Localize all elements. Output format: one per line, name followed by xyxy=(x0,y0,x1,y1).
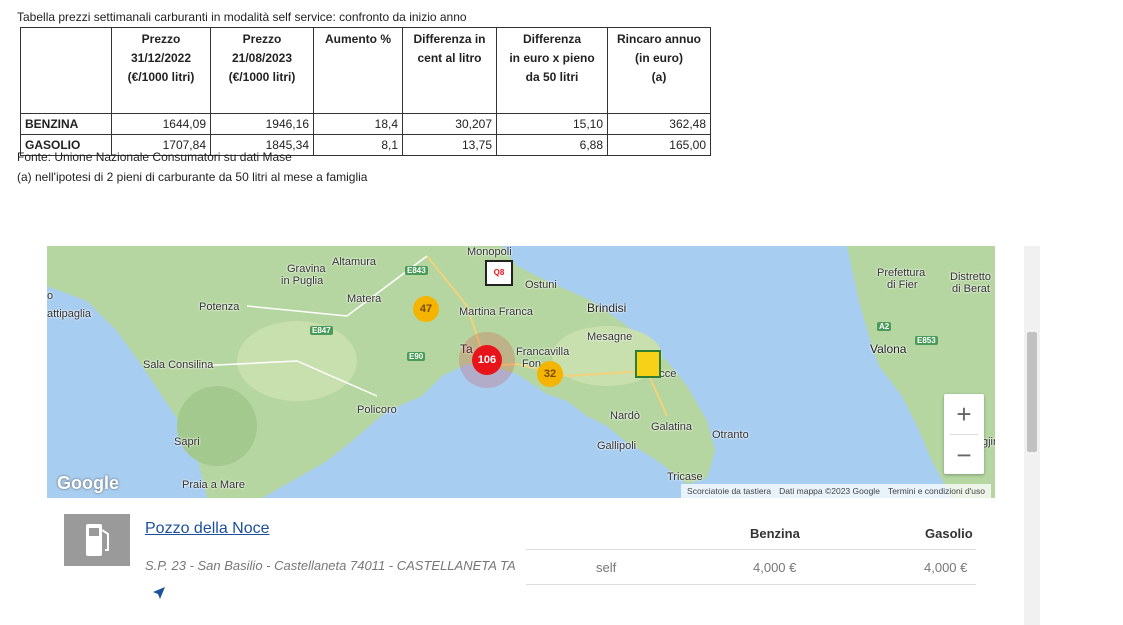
road-sign-e90: E90 xyxy=(407,352,426,361)
fuel-pump-icon xyxy=(64,514,130,566)
fuel-price-table: Prezzo 31/12/2022 (€/1000 litri) Prezzo 21/… xyxy=(20,27,711,156)
map-label-matera: Matera xyxy=(347,293,382,305)
map-terrain xyxy=(47,246,995,498)
table-header-row: Prezzo 31/12/2022 (€/1000 litri) Prezzo 21/… xyxy=(20,27,711,114)
column-header-gasolio: Gasolio xyxy=(925,526,973,541)
zoom-out-button[interactable]: − xyxy=(944,435,984,475)
table-cell: 6,88 xyxy=(496,134,608,156)
map-label-distretto: Distretto xyxy=(950,271,991,283)
map-label-francavilla: Francavilla xyxy=(516,346,570,358)
header-increase-pct: Aumento % xyxy=(313,27,403,114)
map-label-monopoli: Monopoli xyxy=(467,246,512,258)
map-cluster-marker[interactable]: 32 xyxy=(537,361,563,387)
map-cluster-marker[interactable]: 47 xyxy=(413,296,439,322)
table-cell: 30,207 xyxy=(402,113,497,135)
scrollbar-thumb[interactable] xyxy=(1027,332,1037,452)
table-footnote: (a) nell'ipotesi di 2 pieni di carburant… xyxy=(17,170,368,184)
map-label-martina-franca: Martina Franca xyxy=(459,306,533,318)
row-label-benzina: BENZINA xyxy=(20,113,112,135)
column-header-benzina: Benzina xyxy=(750,526,800,541)
navigate-arrow-icon[interactable] xyxy=(152,586,166,605)
map-attribution: Scorciatoie da tastiera Dati mappa ©2023 … xyxy=(681,484,991,498)
map-label-sapri: Sapri xyxy=(174,436,200,448)
table-cell: 1946,16 xyxy=(210,113,314,135)
map-label-nardo: Nardò xyxy=(610,410,640,422)
scrollbar[interactable] xyxy=(1024,246,1040,625)
map-label-gravina: Gravina xyxy=(287,263,326,275)
map-data-credit: Dati mappa ©2023 Google xyxy=(779,486,880,496)
header-price-2022: Prezzo 31/12/2022 (€/1000 litri) xyxy=(111,27,211,114)
service-mode: self xyxy=(596,560,617,575)
table-cell: 362,48 xyxy=(607,113,711,135)
map-label-ostuni: Ostuni xyxy=(525,279,557,291)
table-cell: 13,75 xyxy=(402,134,497,156)
price-gasolio: 4,000 € xyxy=(924,560,968,575)
map-view[interactable]: Monopoli Altamura Gravina in Puglia Mate… xyxy=(47,246,995,498)
table-cell: 15,10 xyxy=(496,113,608,135)
zoom-control: + − xyxy=(944,394,984,474)
station-address: S.P. 23 - San Basilio - Castellaneta 740… xyxy=(145,558,516,573)
header-empty xyxy=(20,27,112,114)
table-caption: Tabella prezzi settimanali carburanti in… xyxy=(17,10,467,24)
header-diff-cent: Differenza in cent al litro xyxy=(402,27,497,114)
map-label-battipaglia: attipaglia xyxy=(47,308,92,320)
zoom-in-button[interactable]: + xyxy=(944,394,984,434)
map-label-gallipoli: Gallipoli xyxy=(597,440,637,452)
price-benzina: 4,000 € xyxy=(753,560,797,575)
divider xyxy=(526,549,976,550)
map-label-otranto: Otranto xyxy=(712,429,749,441)
station-marker-icon[interactable]: Q8 xyxy=(485,260,513,286)
table-cell: 18,4 xyxy=(313,113,403,135)
road-sign-e853: E853 xyxy=(915,336,938,345)
map-label-altamura: Altamura xyxy=(332,256,377,268)
table-source: Fonte: Unione Nazionale Consumatori su d… xyxy=(17,150,292,164)
map-label-policoro: Policoro xyxy=(357,404,397,416)
header-annual-increase: Rincaro annuo (in euro) (a) xyxy=(607,27,711,114)
map-label-mesagne: Mesagne xyxy=(587,331,633,343)
table-row: BENZINA 1644,09 1946,16 18,4 30,207 15,1… xyxy=(20,113,711,135)
station-marker-icon[interactable] xyxy=(635,350,661,378)
map-label-prefettura: Prefettura xyxy=(877,267,926,279)
map-label-di-berat: di Berat xyxy=(952,283,990,295)
map-label-galatina: Galatina xyxy=(651,421,692,433)
station-name-link[interactable]: Pozzo della Noce xyxy=(145,520,270,538)
map-label-edge-o: o xyxy=(47,290,54,302)
table-cell: 1644,09 xyxy=(111,113,211,135)
header-diff-euro: Differenza in euro x pieno da 50 litri xyxy=(496,27,608,114)
map-label-potenza: Potenza xyxy=(199,301,240,313)
map-label-valona: Valona xyxy=(870,342,907,356)
map-cluster-marker[interactable]: 106 xyxy=(472,345,502,375)
map-label-in-puglia: in Puglia xyxy=(281,275,324,287)
map-label-di-fier: di Fier xyxy=(887,279,918,291)
divider xyxy=(526,584,976,585)
terms-link[interactable]: Termini e condizioni d'uso xyxy=(884,486,989,496)
map-label-tricase: Tricase xyxy=(667,471,703,483)
table-cell: 8,1 xyxy=(313,134,403,156)
google-logo: Google xyxy=(57,473,119,493)
keyboard-shortcuts-link[interactable]: Scorciatoie da tastiera xyxy=(683,486,775,496)
road-sign-e847: E847 xyxy=(310,326,333,335)
map-label-sala-consilina: Sala Consilina xyxy=(143,359,214,371)
table-cell: 165,00 xyxy=(607,134,711,156)
map-label-brindisi: Brindisi xyxy=(587,301,627,315)
road-sign-a2: A2 xyxy=(877,322,892,331)
map-label-praia: Praia a Mare xyxy=(182,479,245,491)
road-sign-e843: E843 xyxy=(405,266,428,275)
header-price-2023: Prezzo 21/08/2023 (€/1000 litri) xyxy=(210,27,314,114)
